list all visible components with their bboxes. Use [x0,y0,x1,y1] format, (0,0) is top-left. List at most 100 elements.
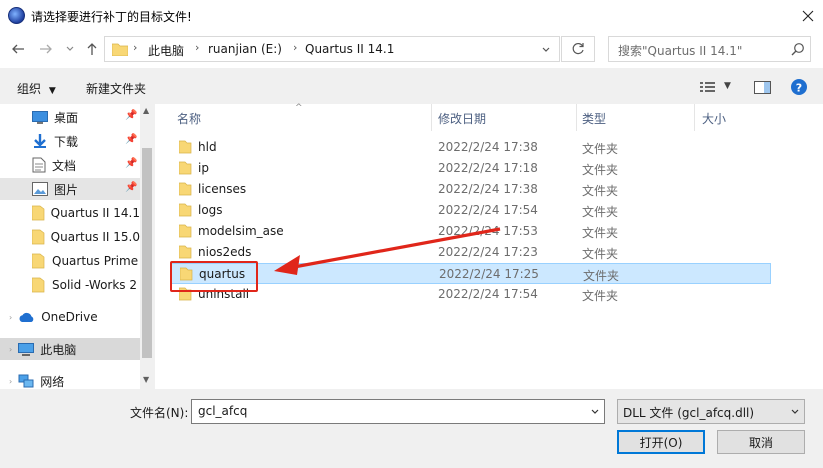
sidebar-item-label: 图片 [54,182,79,197]
annotation-arrow-icon [274,227,501,275]
forward-button[interactable] [38,41,54,57]
search-box[interactable]: 搜索"Quartus II 14.1" [608,36,811,62]
folder-icon [179,203,192,217]
refresh-icon [572,42,584,55]
file-type: 文件夹 [582,289,619,303]
column-header-name[interactable]: 名称 [177,110,201,127]
sidebar-item-documents[interactable]: 文档 📌 [0,154,140,176]
back-button[interactable] [10,41,26,57]
chevron-down-icon[interactable] [541,45,551,55]
close-button[interactable] [793,0,823,32]
refresh-button[interactable] [561,36,595,62]
file-type: 文件夹 [582,226,619,240]
annotation-highlight-box [170,261,258,292]
chevron-down-icon[interactable] [590,407,600,417]
chevron-right-icon: › [195,41,200,54]
sidebar-item-desktop[interactable]: 桌面 📌 [0,106,140,128]
sidebar-item-label: Quartus II 15.0 [50,230,140,244]
preview-pane-icon [754,81,771,94]
chevron-right-icon[interactable]: › [9,345,12,354]
chevron-right-icon: › [133,41,138,54]
app-icon [8,7,25,24]
file-row[interactable]: licenses 2022/2/24 17:38 文件夹 [171,179,771,200]
new-folder-button[interactable]: 新建文件夹 [86,80,146,97]
scroll-up-icon[interactable]: ▲ [143,106,149,115]
file-type: 文件夹 [582,142,619,156]
address-bar[interactable]: › 此电脑 › ruanjian (E:) › Quartus II 14.1 [104,36,560,62]
file-date: 2022/2/24 17:54 [438,203,538,217]
file-type: 文件夹 [582,205,619,219]
navigation-pane: 桌面 📌 下载 📌 文档 📌 图片 📌 Quartus II 14.1 Quar… [0,104,154,389]
sidebar-item-label: OneDrive [41,310,98,324]
download-icon [34,134,46,148]
folder-icon [179,140,192,154]
file-type: 文件夹 [582,184,619,198]
sidebar-item-downloads[interactable]: 下载 📌 [0,130,140,152]
file-name: logs [198,203,223,217]
column-header-date[interactable]: 修改日期 [438,110,486,127]
pin-icon[interactable]: 📌 [125,134,137,145]
sidebar-item-onedrive[interactable]: › OneDrive [0,306,140,328]
breadcrumb-item[interactable]: Quartus II 14.1 [305,42,394,56]
pin-icon[interactable]: 📌 [125,110,137,121]
filename-input[interactable]: gcl_afcq [191,399,605,424]
sidebar-item-quartus-14[interactable]: Quartus II 14.1 [0,202,140,224]
file-date: 2022/2/24 17:38 [438,140,538,154]
back-arrow-icon [12,44,24,54]
column-divider[interactable] [431,104,432,131]
file-type: 文件夹 [582,247,619,261]
sidebar-item-label: 桌面 [54,110,79,125]
search-icon[interactable] [791,42,805,56]
organize-menu[interactable]: 组织 ▼ [17,80,56,97]
chevron-down-icon[interactable]: ▼ [724,81,731,91]
file-row[interactable]: hld 2022/2/24 17:38 文件夹 [171,137,771,158]
chevron-right-icon[interactable]: › [9,377,12,386]
file-row[interactable]: uninstall 2022/2/24 17:54 文件夹 [171,284,771,305]
folder-icon [179,182,192,196]
sidebar-item-quartus-prime[interactable]: Quartus Prime [0,250,140,272]
chevron-down-icon [791,409,799,414]
column-header-size[interactable]: 大小 [702,110,726,127]
sidebar-item-label: Quartus II 14.1 [50,206,140,220]
folder-icon [32,277,45,293]
filetype-select[interactable]: DLL 文件 (gcl_afcq.dll) [617,399,805,424]
sidebar-item-label: 此电脑 [40,342,77,357]
up-arrow-icon [87,43,97,55]
open-button[interactable]: 打开(O) [617,430,705,454]
desktop-icon [32,110,48,124]
sidebar-item-quartus-15[interactable]: Quartus II 15.0 [0,226,140,248]
window-title: 请选择要进行补丁的目标文件! [31,10,192,24]
sidebar-item-label: 网络 [40,374,65,389]
svg-text:?: ? [796,82,802,95]
column-divider[interactable] [694,104,695,131]
breadcrumb-item[interactable]: ruanjian (E:) [208,42,282,56]
preview-pane-button[interactable] [754,81,772,98]
file-type: 文件夹 [583,269,620,283]
help-button[interactable]: ? [791,79,807,98]
recent-locations-button[interactable] [62,41,78,57]
scroll-down-icon[interactable]: ▼ [143,375,149,384]
view-options-button[interactable] [699,80,717,97]
file-name: hld [198,140,217,154]
file-row[interactable]: logs 2022/2/24 17:54 文件夹 [171,200,771,221]
file-row[interactable]: ip 2022/2/24 17:18 文件夹 [171,158,771,179]
chevron-down-icon [66,46,74,51]
sidebar-item-this-pc[interactable]: › 此电脑 [0,338,142,360]
file-name: nios2eds [198,245,252,259]
sidebar-item-network[interactable]: › 网络 [0,370,140,389]
column-header-type[interactable]: 类型 [582,110,606,127]
chevron-right-icon[interactable]: › [9,313,12,322]
scrollbar-thumb[interactable] [142,148,152,358]
organize-label: 组织 [17,82,42,96]
sidebar-item-pictures[interactable]: 图片 📌 [0,178,142,200]
sidebar-item-solidworks[interactable]: Solid -Works 2 [0,274,140,296]
network-icon [18,374,34,388]
up-button[interactable] [84,41,100,57]
document-icon [32,157,46,173]
pin-icon[interactable]: 📌 [125,158,137,169]
cancel-button[interactable]: 取消 [717,430,805,454]
pin-icon[interactable]: 📌 [125,182,137,193]
breadcrumb-item[interactable]: 此电脑 [148,42,184,59]
column-divider[interactable] [576,104,577,131]
forward-arrow-icon [40,44,52,54]
